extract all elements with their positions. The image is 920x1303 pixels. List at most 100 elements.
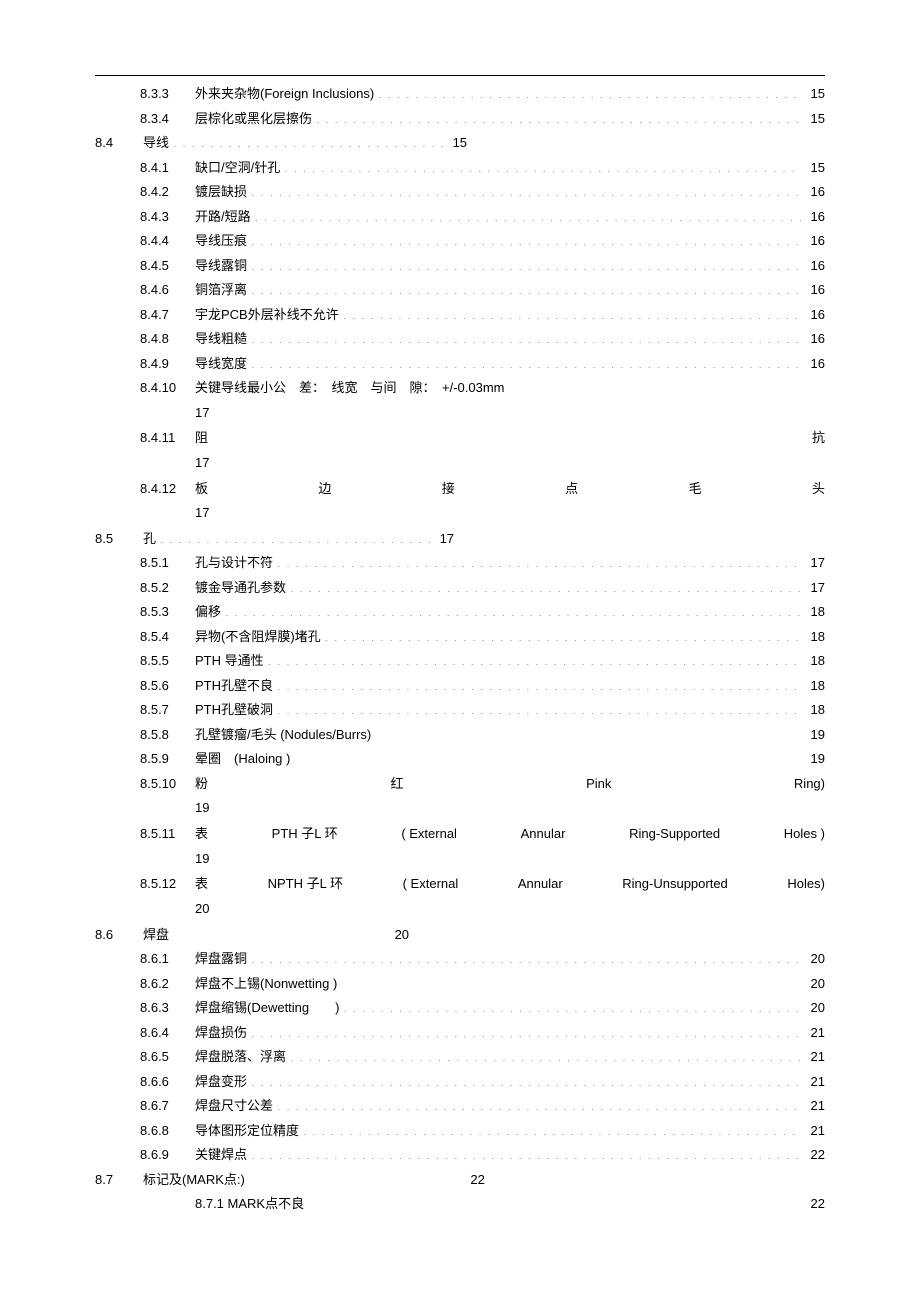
section-number: 8.4 xyxy=(95,133,130,153)
leader-dots xyxy=(251,1146,801,1159)
entry-number: 8.4.3 xyxy=(140,207,195,227)
page-number: 15 xyxy=(447,133,467,153)
leader-dots xyxy=(325,628,801,641)
entry-number: 8.5.11 xyxy=(140,824,195,844)
page-number: 20 xyxy=(805,998,825,1018)
entry-number: 8.6.9 xyxy=(140,1145,195,1165)
toc-entry: 8.5.12表NPTH 子L 环( ExternalAnnularRing-Un… xyxy=(95,874,825,894)
entry-title: 外来夹杂物(Foreign Inclusions) xyxy=(195,84,374,104)
leader-dots xyxy=(268,652,801,665)
entry-number: 8.6.1 xyxy=(140,949,195,969)
leader-dots xyxy=(173,134,443,147)
page-number: 15 xyxy=(805,109,825,129)
entry-title: PTH孔壁不良 xyxy=(195,676,273,696)
entry-title: PTH 导通性 xyxy=(195,651,264,671)
entry-title: 焊盘缩锡(Dewetting ) xyxy=(195,998,339,1018)
leader-dots xyxy=(255,208,801,221)
page-number: 16 xyxy=(805,182,825,202)
entry-title: 表NPTH 子L 环( ExternalAnnularRing-Unsuppor… xyxy=(195,874,825,894)
toc-entry: 8.7.1 MARK点不良 22 xyxy=(95,1194,825,1214)
entry-title: 孔与设计不符 xyxy=(195,553,273,573)
toc-entry: 8.6.2焊盘不上锡(Nonwetting )20 xyxy=(95,974,825,994)
toc-entry: 8.4.8导线粗糙16 xyxy=(95,329,825,349)
entry-number: 8.4.10 xyxy=(140,378,195,398)
page-number: 21 xyxy=(805,1023,825,1043)
toc-entry: 8.5.5PTH 导通性18 xyxy=(95,651,825,671)
entry-title: 焊盘不上锡(Nonwetting ) xyxy=(195,974,337,994)
leader-dots xyxy=(316,110,801,123)
leader-dots xyxy=(251,950,801,963)
toc-entry: 8.4.1缺口/空洞/针孔15 xyxy=(95,158,825,178)
section-title: 标记及(MARK点:) xyxy=(143,1170,245,1190)
toc-section: 8.5 孔 17 xyxy=(95,529,825,549)
entry-number: 8.6.6 xyxy=(140,1072,195,1092)
leader-dots xyxy=(290,579,801,592)
entry-number: 8.5.2 xyxy=(140,578,195,598)
entry-title: 偏移 xyxy=(195,602,221,622)
entry-title: 8.7.1 MARK点不良 xyxy=(195,1194,304,1214)
leader-dots xyxy=(277,701,801,714)
entry-number: 8.5.4 xyxy=(140,627,195,647)
page-number: 20 xyxy=(805,949,825,969)
section-title: 孔 xyxy=(143,529,156,549)
entry-number: 8.4.1 xyxy=(140,158,195,178)
toc-section: 8.7 标记及(MARK点:)22 xyxy=(95,1170,825,1190)
toc-entry: 8.4.10关键导线最小公 差： 线宽 与间 隙： +/-0.03mm xyxy=(95,378,825,398)
page-number: 18 xyxy=(805,602,825,622)
entry-title: 导线压痕 xyxy=(195,231,247,251)
entry-number: 8.5.9 xyxy=(140,749,195,769)
page-number: 17 xyxy=(195,403,825,424)
page-number: 16 xyxy=(805,280,825,300)
toc-entry: 8.5.2镀金导通孔参数 17 xyxy=(95,578,825,598)
toc-entry: 8.4.2镀层缺损16 xyxy=(95,182,825,202)
leader-dots xyxy=(277,554,801,567)
entry-number: 8.4.9 xyxy=(140,354,195,374)
page-number: 20 xyxy=(389,925,409,945)
page-number: 22 xyxy=(805,1194,825,1214)
toc-entry: 8.4.6铜箔浮离16 xyxy=(95,280,825,300)
divider xyxy=(95,75,825,76)
toc-entry: 8.5.8孔壁镀瘤/毛头 (Nodules/Burrs) 19 xyxy=(95,725,825,745)
toc-entry: 8.4.9导线宽度16 xyxy=(95,354,825,374)
entry-number: 8.3.3 xyxy=(140,84,195,104)
entry-number: 8.5.8 xyxy=(140,725,195,745)
toc-entry: 8.6.4焊盘损伤21 xyxy=(95,1023,825,1043)
section-number: 8.5 xyxy=(95,529,130,549)
toc-entry: 8.4.5导线露铜16 xyxy=(95,256,825,276)
entry-number: 8.6.7 xyxy=(140,1096,195,1116)
entry-number: 8.6.8 xyxy=(140,1121,195,1141)
leader-dots xyxy=(378,85,801,98)
section-title: 导线 xyxy=(143,133,169,153)
entry-title: 导线宽度 xyxy=(195,354,247,374)
page-number: 21 xyxy=(805,1072,825,1092)
leader-dots xyxy=(160,530,430,543)
section-title: 焊盘 xyxy=(143,925,169,945)
entry-number: 8.6.4 xyxy=(140,1023,195,1043)
toc-entry: 8.5.1孔与设计不符17 xyxy=(95,553,825,573)
section-number: 8.6 xyxy=(95,925,130,945)
page-number: 17 xyxy=(805,578,825,598)
page-number: 16 xyxy=(805,329,825,349)
entry-number: 8.4.7 xyxy=(140,305,195,325)
page-number: 19 xyxy=(805,725,825,745)
entry-title: 晕圈 (Haloing ) xyxy=(195,749,290,769)
toc-entry: 8.5.3偏移18 xyxy=(95,602,825,622)
toc-entry: 8.5.6PTH孔壁不良18 xyxy=(95,676,825,696)
entry-number: 8.4.11 xyxy=(140,428,195,448)
entry-title: 板边接点毛头 xyxy=(195,479,825,499)
toc-page: 8.3.3外来夹杂物(Foreign Inclusions)158.3.4层棕化… xyxy=(0,0,920,1279)
toc-entry: 8.5.9晕圈 (Haloing )19 xyxy=(95,749,825,769)
page-number: 17 xyxy=(434,529,454,549)
toc-entry: 8.4.4导线压痕16 xyxy=(95,231,825,251)
entry-title: 阻抗 xyxy=(195,428,825,448)
toc-entry: 8.4.3开路/短路16 xyxy=(95,207,825,227)
entry-title: 孔壁镀瘤/毛头 (Nodules/Burrs) xyxy=(195,725,371,745)
entry-title: 镀金导通孔参数 xyxy=(195,578,286,598)
entry-number: 8.5.12 xyxy=(140,874,195,894)
page-number: 16 xyxy=(805,231,825,251)
toc-entry: 8.5.7PTH孔壁破洞18 xyxy=(95,700,825,720)
page-number: 19 xyxy=(195,798,825,819)
entry-title: 开路/短路 xyxy=(195,207,251,227)
page-number: 21 xyxy=(805,1121,825,1141)
entry-number: 8.3.4 xyxy=(140,109,195,129)
